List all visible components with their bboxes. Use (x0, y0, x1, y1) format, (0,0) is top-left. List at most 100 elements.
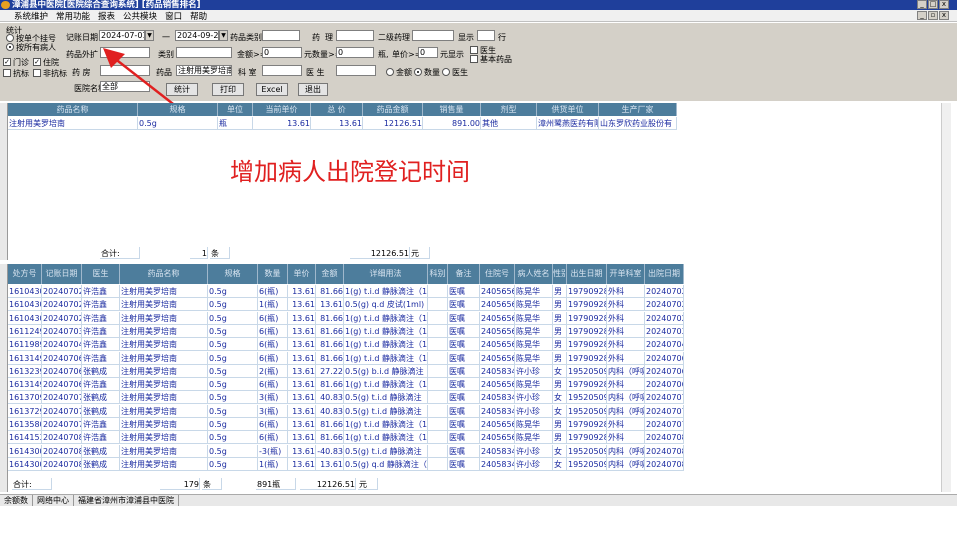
bottom-grid-cell: 许小珍 (515, 404, 553, 418)
pharm-label: 理 (325, 33, 333, 42)
exit-button[interactable]: 退出 (298, 83, 328, 96)
bottom-grid-header: 医生 (82, 264, 120, 284)
outpatient-checkbox[interactable]: ✓ (3, 58, 11, 66)
radio-amount[interactable] (386, 68, 394, 76)
top-grid-cell: 13.61 (311, 117, 363, 130)
bottom-grid-header: 住院号 (480, 264, 515, 284)
bottom-grid-cell: 19520509 (567, 391, 607, 405)
menu-window[interactable]: 窗口 (165, 10, 182, 22)
bottom-grid-cell: 3(瓶) (258, 391, 288, 405)
inpatient-checkbox[interactable]: ✓ (33, 58, 41, 66)
bottom-grid-cell (428, 444, 448, 458)
bottom-grid-cell: 1613729 (8, 404, 42, 418)
bottom-grid-cell: 6(瓶) (258, 311, 288, 325)
top-total-label: 合计: (100, 247, 140, 259)
bottom-grid-cell: 20240708 (42, 457, 82, 471)
bottom-grid-cell: 医嘱 (448, 444, 480, 458)
bottom-grid-cell: 2405834 (480, 404, 515, 418)
basic-drug-checkbox[interactable] (470, 55, 478, 63)
top-grid-cell: 注射用美罗培南 (8, 117, 138, 130)
bottom-grid-header: 性别 (553, 264, 567, 284)
bottom-grid-cell: 0.5g (208, 324, 258, 338)
amount-input[interactable]: 0 (262, 47, 302, 58)
bottom-grid-cell: 6(瓶) (258, 378, 288, 392)
bottom-grid-cell: 81.66 (316, 324, 344, 338)
drug-summary-grid: 药品名称 规格 单位 当前单价总 价药品金额 销售量 剂型 供货单位 生产厂家 注射用美罗培南 0… (0, 103, 940, 260)
bottom-grid-cell: 2405656 (480, 311, 515, 325)
child-restore-button[interactable]: ▫ (928, 11, 938, 20)
basic-drug-label: 基本药品 (480, 55, 512, 64)
doctor-input[interactable] (336, 65, 376, 76)
bottom-grid-cell: 0.5(g) b.i.d 静脉滴注（ (344, 364, 428, 378)
bottom-grid-cell: 0.5g (208, 298, 258, 312)
bottom-grid-header: 数量 (258, 264, 288, 284)
bottom-grid-cell: 19520509 (567, 364, 607, 378)
vertical-scrollbar[interactable] (941, 103, 951, 492)
doctor-checkbox[interactable] (470, 46, 478, 54)
antibiotic-label: 抗标 (13, 69, 29, 78)
non-antibiotic-checkbox[interactable] (33, 69, 41, 77)
minimize-button[interactable]: _ (917, 0, 927, 9)
radio-single[interactable] (6, 34, 14, 42)
menu-common[interactable]: 常用功能 (56, 10, 90, 22)
bottom-grid-cell: 81.66 (316, 338, 344, 352)
child-minimize-button[interactable]: _ (917, 11, 927, 20)
bottom-grid-header: 病人姓名 (515, 264, 553, 284)
maximize-button[interactable]: □ (928, 0, 938, 9)
bottom-grid-cell: 外科 (607, 324, 645, 338)
antibiotic-checkbox[interactable] (3, 69, 11, 77)
bottom-grid-cell: 19790928 (567, 418, 607, 431)
dept-input[interactable] (262, 65, 302, 76)
bottom-grid-cell: 13.61 (288, 285, 316, 298)
bottom-grid-cell: 3(瓶) (258, 404, 288, 418)
radio-all[interactable] (6, 43, 14, 51)
bottom-grid-cell: 医嘱 (448, 391, 480, 405)
bottom-grid-cell: 外科 (607, 285, 645, 298)
menu-help[interactable]: 帮助 (190, 10, 207, 22)
excel-button[interactable]: Excel (256, 83, 288, 96)
bottom-grid-cell: 陈晃华 (515, 351, 553, 365)
qty-input[interactable]: 0 (336, 47, 374, 58)
bottom-grid-cell: 1613239 (8, 364, 42, 378)
bottom-grid-cell: 1614153 (8, 431, 42, 445)
bottom-grid-cell: 20240706 (645, 364, 684, 378)
bottom-grid-header: 开单科室 (607, 264, 645, 284)
second-pharm-input[interactable] (412, 30, 454, 41)
top-grid-header: 当前单价 (253, 103, 311, 116)
pharm-input[interactable] (336, 30, 374, 41)
bottom-grid-cell: 女 (553, 391, 567, 405)
bottom-grid-cell: 20240707 (645, 418, 684, 431)
top-grid-cell: 891.00 (423, 117, 481, 130)
bottom-grid-cell: 19790928 (567, 324, 607, 338)
bottom-grid-cell: 注射用美罗培南 (120, 431, 208, 445)
bottom-grid-cell: 1611989 (8, 338, 42, 352)
drug-category-input[interactable] (262, 30, 300, 41)
bottom-grid-cell: 13.61 (288, 431, 316, 445)
bottom-grid-cell: 陈晃华 (515, 324, 553, 338)
menu-system[interactable]: 系统维护 (14, 10, 48, 22)
child-close-button[interactable]: x (939, 11, 949, 20)
radio-qty[interactable] (414, 68, 422, 76)
menu-report[interactable]: 报表 (98, 10, 115, 22)
bottom-grid-cell: 0.5g (208, 378, 258, 392)
bottom-grid-cell: 40.83 (316, 404, 344, 418)
bottom-grid-cell: 2405656 (480, 338, 515, 352)
bottom-grid-cell: 男 (553, 285, 567, 298)
bottom-grid-cell: 1(g) t.i.d 静脉滴注（10 (344, 311, 428, 325)
bottom-grid-cell: 81.66 (316, 418, 344, 431)
bottom-grid-cell: 0.5g (208, 404, 258, 418)
status-network: 网络中心 (33, 495, 74, 506)
bottom-grid-cell (428, 431, 448, 445)
bottom-grid-cell: 81.66 (316, 431, 344, 445)
bottom-grid-cell: 0.5(g) q.d 静脉滴注（2 (344, 457, 428, 471)
bottom-grid-cell: 0.5g (208, 338, 258, 352)
bottom-grid-cell: 19790928 (567, 311, 607, 325)
bottom-grid-cell (428, 404, 448, 418)
bottom-grid-cell: 13.61 (288, 324, 316, 338)
display-rows-input[interactable] (477, 30, 495, 41)
bottom-grid-cell: 男 (553, 311, 567, 325)
price-input[interactable]: 0 (418, 47, 438, 58)
menu-public[interactable]: 公共模块 (123, 10, 157, 22)
radio-doctor[interactable] (442, 68, 450, 76)
close-button[interactable]: x (939, 0, 949, 9)
